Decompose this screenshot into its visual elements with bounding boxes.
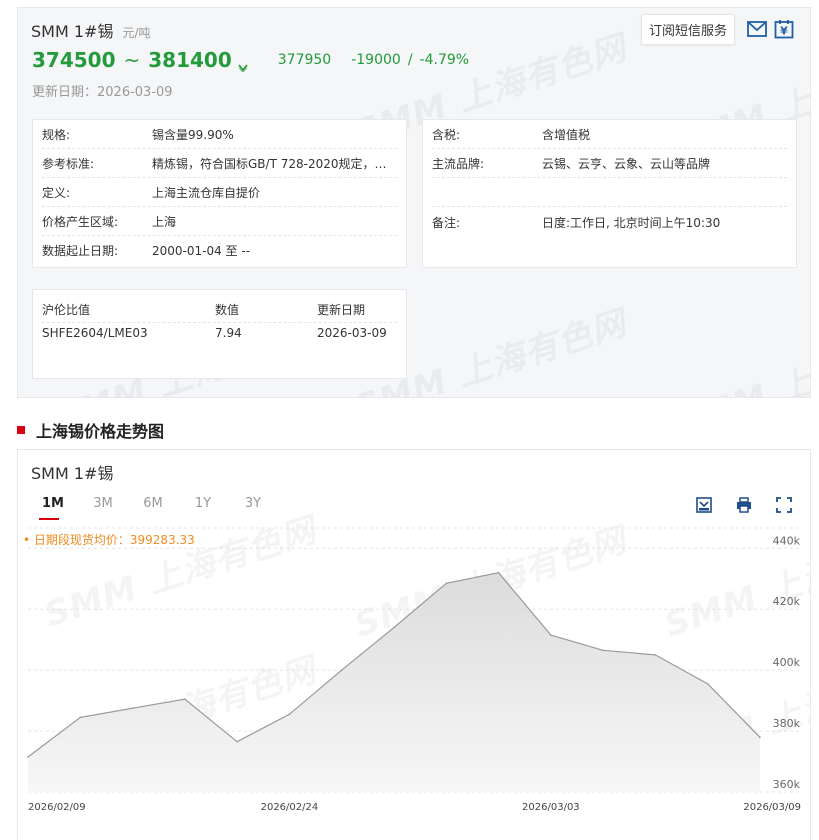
subscribe-sms-button[interactable]: 订阅短信服务 xyxy=(641,14,735,45)
y-tick-label: 400k xyxy=(773,656,801,669)
price-calendar-icon[interactable]: ¥ xyxy=(772,18,796,40)
price-high: 381400 xyxy=(148,48,232,72)
data-point[interactable] xyxy=(759,736,761,739)
update-label: 更新日期： xyxy=(32,85,98,100)
spec-table-right: 含税: 含增值税 主流品牌: 云锡、云亨、云象、云山等品牌 备注: 日度:工作日… xyxy=(422,119,797,268)
spec-row-spacer xyxy=(432,178,787,207)
data-point[interactable] xyxy=(445,582,448,585)
spec-row: 含税: 含增值税 xyxy=(432,120,787,149)
y-axis-ticks: 360k 380k 400k 420k 440k xyxy=(773,534,801,791)
data-point[interactable] xyxy=(288,713,291,716)
y-tick-label: 440k xyxy=(773,534,801,547)
product-title: SMM 1#锡 xyxy=(31,22,114,41)
y-tick-label: 360k xyxy=(773,778,801,791)
spec-value: 含增值税 xyxy=(542,127,591,142)
spec-row: 参考标准: 精炼锡，符合国标GB/T 728-2020规定，锡... xyxy=(42,149,397,178)
change-percent: -4.79% xyxy=(419,52,470,68)
spec-table-left: 规格: 锡含量99.90% 参考标准: 精炼锡，符合国标GB/T 728-202… xyxy=(32,119,407,268)
update-date: 2026-03-09 xyxy=(97,85,173,100)
change-slash: / xyxy=(407,52,413,68)
spec-value: 锡含量99.90% xyxy=(152,127,234,142)
price-row: 374500 ~381400 377950 -19000 / -4.79% xyxy=(32,48,469,73)
section-heading: 上海锡价格走势图 xyxy=(17,418,164,442)
spec-label: 主流品牌: xyxy=(432,156,485,171)
y-tick-label: 380k xyxy=(773,717,801,730)
ratio-date: 2026-03-09 xyxy=(317,325,387,340)
spec-value: 云锡、云亨、云象、云山等品牌 xyxy=(542,156,711,171)
spec-label: 数据起止日期: xyxy=(42,244,119,258)
section-marker xyxy=(17,426,25,434)
spec-value: 上海主流仓库自提价 xyxy=(152,185,261,200)
price-range: 374500 ~381400 xyxy=(32,48,232,72)
data-point[interactable] xyxy=(184,698,186,700)
ratio-table-row: SHFE2604/LME03 7.94 2026-03-09 xyxy=(42,319,397,346)
price-info-panel: SMM 上海有色网 SMM 上海有色网 SMM 上海有色网 SMM 上海有色网 … xyxy=(17,7,811,398)
spec-row: 备注: 日度:工作日, 北京时间上午10:30 xyxy=(432,208,787,237)
x-tick-label: 2026/03/03 xyxy=(522,802,580,813)
spec-row: 价格产生区域: 上海 xyxy=(42,207,397,236)
price-unit: 元/吨 xyxy=(122,26,151,40)
data-point[interactable] xyxy=(497,571,500,574)
spec-label: 备注: xyxy=(432,216,461,230)
spec-value: 2000-01-04 至 -- xyxy=(152,244,251,258)
section-title: 上海锡价格走势图 xyxy=(36,422,165,441)
data-point[interactable] xyxy=(27,756,29,758)
ratio-value: 7.94 xyxy=(215,325,242,340)
spec-label: 参考标准: xyxy=(42,156,95,171)
data-point[interactable] xyxy=(706,683,709,685)
average-price: 377950 xyxy=(277,52,332,68)
spec-label: 含税: xyxy=(432,127,461,142)
product-title-row: SMM 1#锡 元/吨 xyxy=(31,18,151,42)
spec-row: 规格: 锡含量99.90% xyxy=(42,120,397,149)
ratio-header-value: 数值 xyxy=(215,302,240,317)
spec-label: 定义: xyxy=(42,185,71,200)
data-point[interactable] xyxy=(131,707,134,710)
spec-value: 日度:工作日, 北京时间上午10:30 xyxy=(542,216,721,230)
price-separator: ~ xyxy=(123,48,141,72)
data-point[interactable] xyxy=(340,669,343,671)
x-tick-label: 2026/02/24 xyxy=(261,802,319,813)
price-area xyxy=(28,572,760,792)
data-point[interactable] xyxy=(550,634,552,636)
watermark: SMM 上海有色网 xyxy=(667,310,810,397)
data-point[interactable] xyxy=(654,654,657,656)
shfe-lme-ratio-table: 沪伦比值 数值 更新日期 SHFE2604/LME03 7.94 2026-03… xyxy=(32,289,407,379)
spec-value: 精炼锡，符合国标GB/T 728-2020规定，锡... xyxy=(152,156,397,171)
ratio-header-name: 沪伦比值 xyxy=(42,302,91,317)
spec-value: 上海 xyxy=(152,214,177,229)
svg-text:¥: ¥ xyxy=(780,25,788,38)
update-date-row: 更新日期：2026-03-09 xyxy=(32,81,173,100)
y-tick-label: 420k xyxy=(773,595,801,608)
price-trend-chart: 360k 380k 400k 420k 440k 2026/02/09 2026/02/2… xyxy=(27,527,801,813)
price-chart-panel: SMM 上海有色网 SMM 上海有色网 SMM 上海有色网 SMM 上海有色网 … xyxy=(17,449,811,840)
x-tick-label: 2026/02/09 xyxy=(28,802,86,813)
spec-row: 定义: 上海主流仓库自提价 xyxy=(42,178,397,207)
down-trend-icon xyxy=(238,57,248,73)
change-value: -19000 xyxy=(351,52,401,68)
email-icon[interactable] xyxy=(745,18,769,40)
data-point[interactable] xyxy=(236,740,238,743)
ratio-header-date: 更新日期 xyxy=(317,302,366,317)
price-change: -19000 / -4.79% xyxy=(351,52,469,68)
spec-row: 主流品牌: 云锡、云亨、云象、云山等品牌 xyxy=(432,149,787,178)
ratio-contract: SHFE2604/LME03 xyxy=(42,325,148,340)
spec-label: 规格: xyxy=(42,127,71,142)
data-point[interactable] xyxy=(393,626,395,629)
spec-row: 数据起止日期: 2000-01-04 至 -- xyxy=(42,236,397,265)
price-low: 374500 xyxy=(32,48,116,72)
x-tick-label: 2026/03/09 xyxy=(743,802,801,813)
x-axis-ticks: 2026/02/09 2026/02/24 2026/03/03 2026/03/09 xyxy=(28,802,801,813)
data-point[interactable] xyxy=(79,716,82,719)
spec-label: 价格产生区域: xyxy=(42,214,119,229)
data-point[interactable] xyxy=(602,649,604,652)
